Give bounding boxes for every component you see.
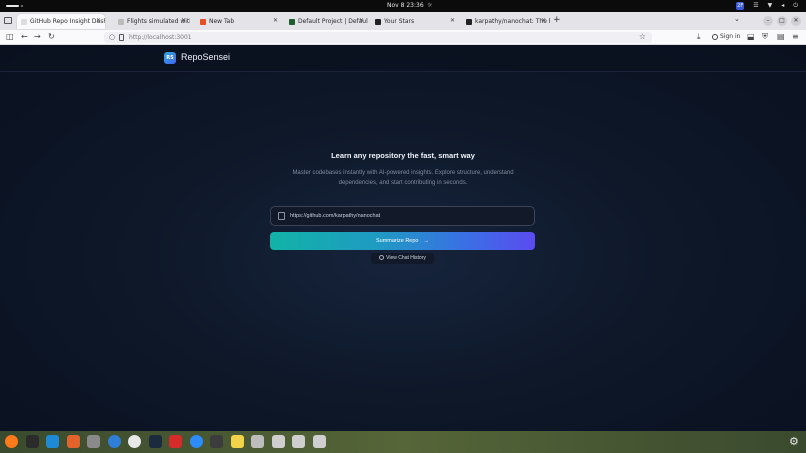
extensions-icon[interactable]: ⬓ bbox=[747, 32, 755, 42]
terminal-icon[interactable] bbox=[25, 435, 39, 448]
tab-label: Your Stars bbox=[384, 18, 415, 25]
page-info-icon[interactable] bbox=[119, 34, 124, 41]
tray-badge[interactable]: 2F bbox=[736, 2, 745, 10]
tab-label: Default Project | Default bbox=[298, 18, 368, 25]
document-icon-2[interactable] bbox=[292, 435, 305, 448]
browser-tab[interactable]: New Tab ✕ bbox=[196, 14, 282, 29]
tab-favicon-icon bbox=[21, 18, 27, 25]
wifi-icon[interactable]: ▼ bbox=[768, 2, 773, 10]
browser-tab[interactable]: GitHub Repo Insight Dashbo✕ bbox=[17, 14, 105, 29]
brand-name[interactable]: RepoSensei bbox=[181, 52, 230, 62]
close-window-button[interactable]: ✕ bbox=[791, 16, 801, 26]
zoom-icon[interactable] bbox=[189, 435, 203, 448]
tab-label: GitHub Repo Insight Dashbo bbox=[30, 18, 105, 25]
reload-button[interactable]: ↻ bbox=[48, 32, 55, 42]
close-tab-icon[interactable]: ✕ bbox=[359, 17, 364, 24]
workspace-dot bbox=[21, 5, 23, 7]
forward-button[interactable]: → bbox=[34, 32, 41, 42]
system-top-bar: Nov 8 23:36 ☼ 2F ☰ ▼ ◂ ⏻ bbox=[0, 0, 806, 12]
browser-nav-bar: ◫ ← → ↻ ○ http://localhost:3001 ☆ ⤓ Sign… bbox=[0, 30, 806, 45]
document-icon-3[interactable] bbox=[312, 435, 326, 448]
system-tray[interactable]: 2F ☰ ▼ ◂ ⏻ bbox=[736, 2, 798, 10]
back-button[interactable]: ← bbox=[21, 32, 28, 42]
shield-icon[interactable]: ○ bbox=[109, 33, 115, 41]
zotero-icon[interactable] bbox=[169, 435, 182, 448]
volume-icon[interactable]: ◂ bbox=[781, 2, 784, 10]
hero-title: Learn any repository the fast, smart way bbox=[331, 151, 475, 160]
url-text[interactable]: http://localhost:3001 bbox=[129, 33, 192, 42]
tab-favicon-icon bbox=[118, 18, 124, 25]
browser-tab[interactable]: Default Project | Default ✕ bbox=[285, 14, 368, 29]
chatgpt-icon[interactable] bbox=[128, 435, 141, 448]
taskbar-dock: ⚙ bbox=[0, 431, 806, 453]
summarize-label: Summarize Repo bbox=[376, 238, 419, 244]
firefox-icon[interactable] bbox=[5, 435, 18, 448]
close-tab-icon[interactable]: ✕ bbox=[541, 17, 546, 24]
close-tab-icon[interactable]: ✕ bbox=[273, 17, 278, 24]
sidebar-toggle-icon[interactable]: ◫ bbox=[6, 32, 14, 42]
sign-in-label: Sign in bbox=[720, 33, 741, 40]
bookmark-star-icon[interactable]: ☆ bbox=[639, 32, 646, 41]
tab-favicon-icon bbox=[289, 18, 295, 25]
new-tab-button[interactable]: + bbox=[553, 15, 561, 25]
tab-favicon-icon bbox=[375, 18, 381, 25]
steam-icon[interactable] bbox=[148, 435, 162, 448]
repo-url-field[interactable] bbox=[270, 206, 535, 226]
sign-in-button[interactable]: Sign in bbox=[712, 33, 740, 40]
menu-icon[interactable]: ☰ bbox=[753, 2, 758, 10]
reader-icon[interactable]: ▤ bbox=[777, 32, 785, 42]
activities-indicator[interactable] bbox=[6, 5, 19, 7]
vpn-shield-icon[interactable]: ⛨ bbox=[762, 32, 768, 42]
downloads-icon[interactable]: ⤓ bbox=[697, 32, 701, 42]
files-icon[interactable] bbox=[87, 435, 100, 448]
vscode-icon[interactable] bbox=[46, 435, 59, 448]
hero-subtitle: Master codebases instantly with AI-power… bbox=[292, 170, 514, 186]
app-header: RS RepoSensei bbox=[0, 45, 806, 72]
close-tab-icon[interactable]: ✕ bbox=[181, 17, 186, 24]
browser-tab-strip: GitHub Repo Insight Dashbo✕Flights simul… bbox=[0, 12, 806, 30]
maximize-button[interactable]: □ bbox=[777, 16, 787, 26]
reposensei-logo[interactable]: RS bbox=[164, 52, 176, 64]
view-chat-history-button[interactable]: View Chat History bbox=[371, 253, 434, 264]
show-apps-icon[interactable]: ⚙ bbox=[789, 435, 799, 448]
system-clock[interactable]: Nov 8 23:36 bbox=[387, 2, 424, 9]
notification-icon[interactable]: ☼ bbox=[427, 2, 432, 9]
browser-tab[interactable]: Flights simulated with Re✕ bbox=[114, 14, 190, 29]
app-menu-icon[interactable]: ≡ bbox=[792, 32, 799, 42]
minimize-button[interactable]: – bbox=[763, 16, 773, 26]
arrow-right-icon: → bbox=[423, 238, 430, 244]
address-bar[interactable]: ○ http://localhost:3001 ☆ bbox=[104, 32, 652, 43]
drive-icon[interactable] bbox=[251, 435, 264, 448]
tab-label: karpathy/nanochat: The b bbox=[475, 18, 550, 25]
browser-tab[interactable]: karpathy/nanochat: The b ✕ bbox=[462, 14, 550, 29]
tab-favicon-icon bbox=[466, 18, 472, 25]
notes-icon[interactable] bbox=[230, 435, 244, 448]
close-tab-icon[interactable]: ✕ bbox=[96, 17, 101, 24]
history-label: View Chat History bbox=[386, 255, 426, 261]
account-icon bbox=[712, 33, 718, 40]
help-icon[interactable] bbox=[107, 435, 121, 448]
software-center-icon[interactable] bbox=[66, 435, 80, 448]
tab-favicon-icon bbox=[200, 18, 206, 25]
document-icon[interactable] bbox=[271, 435, 285, 448]
summarize-repo-button[interactable]: Summarize Repo → bbox=[270, 232, 535, 250]
history-icon bbox=[379, 255, 385, 260]
repo-url-input[interactable] bbox=[290, 210, 530, 222]
close-tab-icon[interactable]: ✕ bbox=[450, 17, 455, 24]
list-all-tabs-icon[interactable]: ⌄ bbox=[734, 15, 740, 23]
power-icon[interactable]: ⏻ bbox=[793, 2, 798, 10]
page-content: RS RepoSensei Learn any repository the f… bbox=[0, 45, 806, 431]
browser-tab[interactable]: Your Stars ✕ bbox=[371, 14, 459, 29]
monitor-icon[interactable] bbox=[210, 435, 223, 448]
tab-list-icon[interactable] bbox=[4, 17, 12, 24]
github-icon bbox=[278, 212, 285, 220]
tab-label: New Tab bbox=[209, 18, 235, 25]
